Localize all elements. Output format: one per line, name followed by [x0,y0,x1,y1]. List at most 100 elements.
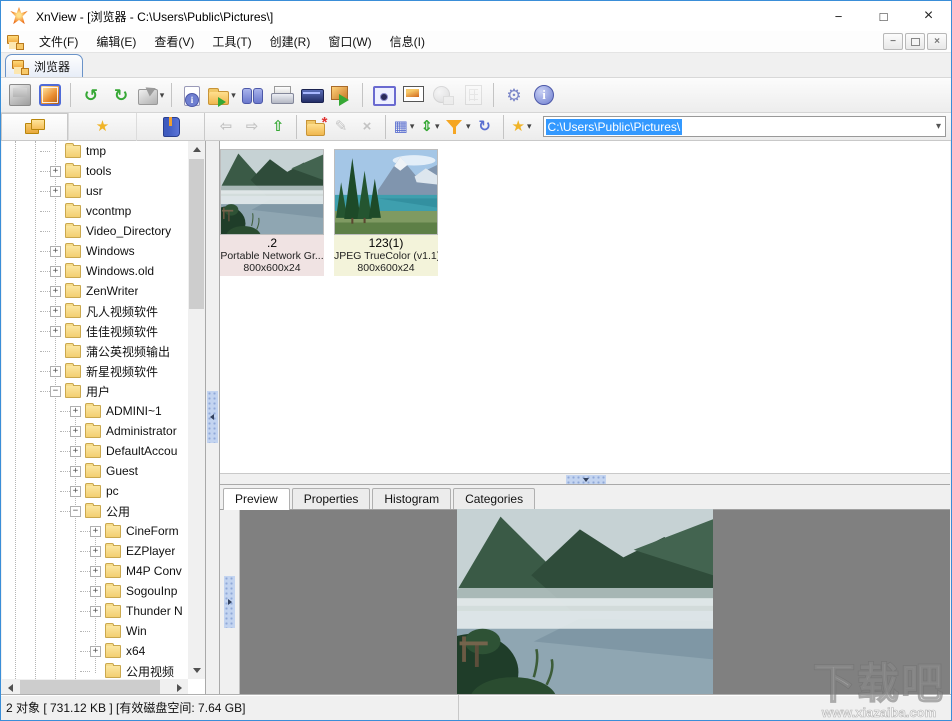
splitter-collapse-handle[interactable] [207,391,218,443]
panel-tab-folders[interactable] [1,113,69,141]
about-button[interactable] [530,81,558,109]
dropdown-arrow-icon[interactable]: ▾ [466,121,471,132]
forward-button[interactable]: ⇨ [240,115,264,139]
menu-item-5[interactable]: 窗口(W) [319,30,380,53]
tree-item[interactable]: + pc [2,481,188,501]
mdi-minimize-button[interactable]: − [883,33,903,50]
new-folder-button[interactable] [303,115,327,139]
mdi-close-button[interactable]: × [927,33,947,50]
expander-icon[interactable]: + [90,586,101,597]
menu-item-4[interactable]: 创建(R) [261,30,320,53]
expander-icon[interactable]: + [70,406,81,417]
expander-icon[interactable]: + [70,466,81,477]
scan-button[interactable] [298,81,326,109]
tree-item[interactable]: + EZPlayer [2,541,188,561]
up-folder-button[interactable]: ⇧ [266,115,290,139]
thumbnail-item[interactable]: .2 Portable Network Gr... 800x600x24 [220,149,324,276]
file-info-button[interactable] [178,81,206,109]
expander-icon[interactable]: + [50,306,61,317]
capture-button[interactable] [369,81,397,109]
address-input-value[interactable]: C:\Users\Public\Pictures\ [546,119,683,135]
browser-preview-splitter[interactable] [220,473,950,485]
expander-icon[interactable]: + [50,266,61,277]
convert-button[interactable]: ▾ [137,81,165,109]
panel-tab-catalog[interactable] [137,113,204,141]
address-dropdown-icon[interactable]: ▾ [932,121,945,132]
batch-convert-button[interactable] [328,81,356,109]
tree-item[interactable]: + Windows [2,241,188,261]
dropdown-arrow-icon[interactable]: ▾ [410,121,415,132]
tree-item[interactable]: Video_Directory [2,221,188,241]
expander-icon[interactable]: + [70,486,81,497]
close-button[interactable]: × [906,1,951,31]
menu-item-0[interactable]: 文件(F) [30,30,87,53]
tree-item[interactable]: + Thunder N [2,601,188,621]
vertical-scroll-thumb[interactable] [189,159,204,309]
open-folder-button[interactable]: ▾ [208,81,236,109]
tree-item[interactable]: + CineForm [2,521,188,541]
thumbnail-browser-pane[interactable]: .2 Portable Network Gr... 800x600x24 123… [220,141,950,473]
tree-item[interactable]: + DefaultAccou [2,441,188,461]
web-export-button[interactable] [429,81,457,109]
fullscreen-button[interactable] [36,81,64,109]
scroll-down-button[interactable] [188,662,205,679]
menu-item-2[interactable]: 查看(V) [145,30,203,53]
tree-item[interactable]: − 公用 [2,501,188,521]
edit-button[interactable]: ✎ [329,115,353,139]
tree-item[interactable]: + 新星视频软件 [2,361,188,381]
expander-icon[interactable]: − [70,506,81,517]
tab-browser[interactable]: 浏览器 [5,54,83,77]
expander-icon[interactable]: + [90,566,101,577]
expander-icon[interactable]: + [50,366,61,377]
tree-item[interactable]: + M4P Conv [2,561,188,581]
tree-item[interactable]: + tools [2,161,188,181]
menu-item-1[interactable]: 编辑(E) [87,30,145,53]
mdi-document-icon[interactable] [7,34,24,49]
expander-icon[interactable]: + [70,446,81,457]
tab-histogram[interactable]: Histogram [372,488,451,509]
expander-icon[interactable]: − [50,386,61,397]
settings-button[interactable]: ⚙ [500,81,528,109]
tree-item[interactable]: + 凡人视频软件 [2,301,188,321]
tree-item[interactable]: + x64 [2,641,188,661]
tree-item[interactable]: 公用视频 [2,661,188,679]
thumbnail-image[interactable] [334,149,438,235]
back-button[interactable]: ⇦ [214,115,238,139]
refresh-button[interactable]: ↻ [473,115,497,139]
panel-tab-favorites[interactable]: ★ [69,113,137,141]
rotate-right-button[interactable]: ↻ [107,81,135,109]
address-bar[interactable]: C:\Users\Public\Pictures\ ▾ [543,116,946,137]
tab-properties[interactable]: Properties [292,488,371,509]
tree-item[interactable]: Win [2,621,188,641]
search-button[interactable] [238,81,266,109]
tree-item[interactable]: vcontmp [2,201,188,221]
tab-categories[interactable]: Categories [453,488,535,509]
dropdown-arrow-icon[interactable]: ▾ [435,121,440,132]
print-button[interactable] [268,81,296,109]
expander-icon[interactable]: + [90,526,101,537]
expander-icon[interactable]: + [50,246,61,257]
expander-icon[interactable]: + [50,186,61,197]
expander-icon[interactable]: + [90,606,101,617]
minimize-button[interactable]: − [816,1,861,31]
menu-item-6[interactable]: 信息(I) [381,30,434,53]
tree-item[interactable]: + ZenWriter [2,281,188,301]
expander-icon[interactable]: + [70,426,81,437]
menu-item-3[interactable]: 工具(T) [203,30,260,53]
dropdown-arrow-icon[interactable]: ▾ [231,90,236,101]
tree-item[interactable]: + Windows.old [2,261,188,281]
tree-item[interactable]: + Guest [2,461,188,481]
tree-vertical-scrollbar[interactable] [188,141,205,679]
browser-view-button[interactable] [6,81,34,109]
view-mode-button[interactable]: ▦▾ [392,115,416,139]
title-bar[interactable]: XnView - [浏览器 - C:\Users\Public\Pictures… [1,1,951,31]
splitter-collapse-handle[interactable] [566,475,606,484]
maximize-button[interactable]: □ [861,1,906,31]
tree-browser-splitter[interactable] [206,141,220,696]
expander-icon[interactable]: + [50,326,61,337]
tree-item[interactable]: 蒲公英视频输出 [2,341,188,361]
horizontal-scroll-thumb[interactable] [20,680,160,695]
tree-item[interactable]: + Administrator [2,421,188,441]
expander-icon[interactable]: + [90,546,101,557]
scroll-up-button[interactable] [188,141,205,158]
